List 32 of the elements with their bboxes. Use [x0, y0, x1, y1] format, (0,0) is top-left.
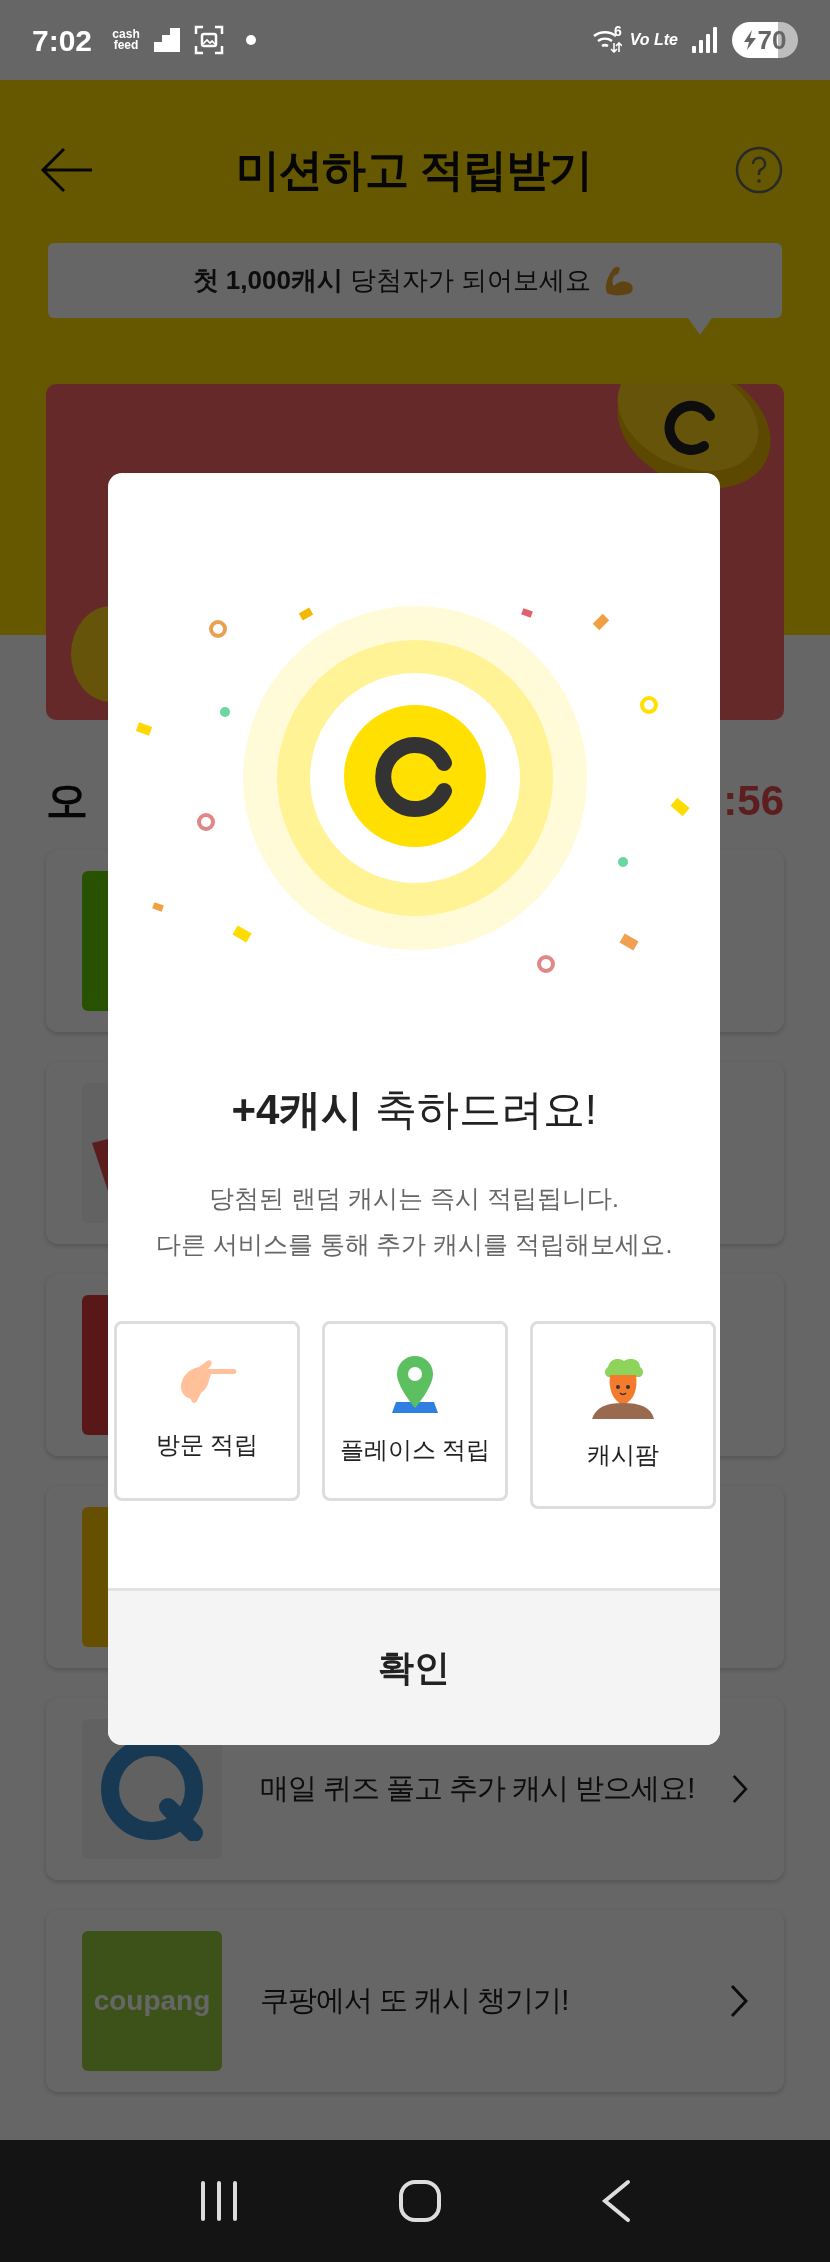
volte-label: Vo Lte	[629, 30, 678, 50]
chevron-right-icon	[732, 1772, 748, 1806]
stairs-icon	[154, 28, 181, 52]
back-arrow-icon[interactable]	[40, 147, 94, 193]
screenshot-icon	[194, 25, 225, 55]
notification-logo: cash feed	[111, 29, 141, 51]
dialog-message: 다른 서비스를 통해 추가 캐시를 적립해보세요.	[155, 1229, 673, 1260]
page-title: 미션하고 적립받기	[236, 144, 592, 196]
wifi-number-label: 6	[613, 21, 622, 41]
home-icon[interactable]	[398, 2179, 442, 2223]
battery-indicator: 70	[732, 22, 798, 58]
section-heading: 오	[46, 775, 88, 826]
tooltip-text: 첫 1,000캐시 당첨자가 되어보세요	[192, 264, 592, 297]
confirm-button[interactable]: 확인	[108, 1588, 720, 1745]
service-button[interactable]: 캐시팜	[530, 1321, 716, 1509]
clock: 7:02	[32, 22, 93, 59]
countdown-timer: :56	[723, 775, 784, 826]
coupang-logo: coupang	[82, 1931, 222, 2071]
chevron-right-icon	[730, 1984, 748, 2018]
mission-text: 매일 퀴즈 풀고 추가 캐시 받으세요!	[260, 1771, 695, 1807]
dialog-message: 당첨된 랜덤 캐시는 즉시 적립됩니다.	[209, 1183, 619, 1214]
coin-icon	[344, 705, 486, 847]
service-button[interactable]: 방문 적립	[114, 1321, 300, 1501]
map-pin-icon	[390, 1354, 440, 1414]
carrot-character-icon	[590, 1357, 656, 1419]
dialog-title: +4캐시 축하드려요!	[230, 1085, 598, 1135]
service-button[interactable]: 플레이스 적립	[322, 1321, 508, 1501]
signal-icon	[692, 27, 718, 53]
mission-text: 쿠팡에서 또 캐시 챙기기!	[260, 1983, 570, 2019]
back-icon[interactable]	[600, 2179, 631, 2223]
recent-apps-icon[interactable]	[199, 2180, 240, 2222]
dot-icon	[246, 35, 257, 45]
